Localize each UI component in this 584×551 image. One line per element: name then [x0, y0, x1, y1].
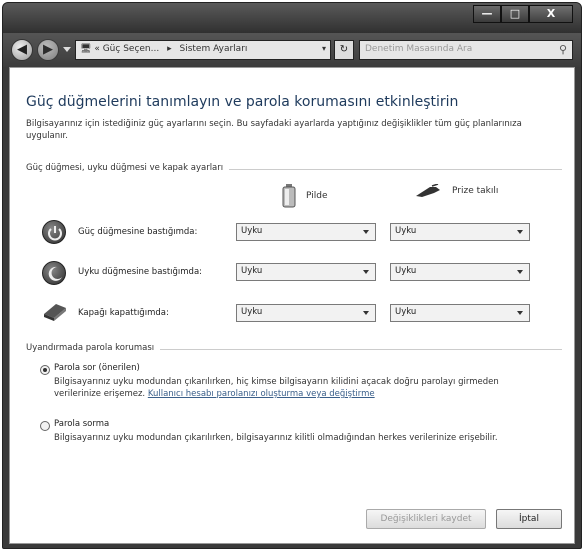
chevron-down-icon	[517, 270, 523, 274]
breadcrumb-power-options[interactable]: Güç Seçen...	[103, 44, 160, 54]
cancel-button[interactable]: İptal	[496, 509, 562, 529]
lid-close-battery-value: Uyku	[241, 307, 263, 317]
lid-close-plugged-select[interactable]: Uyku	[390, 304, 530, 322]
address-bar[interactable]: 🖥 « Güç Seçen... ▸ Sistem Ayarları ▾	[75, 40, 331, 60]
create-change-password-link[interactable]: Kullanıcı hesabı parolanızı oluşturma ve…	[148, 389, 375, 399]
page-title: Güç düğmelerini tanımlayın ve parola kor…	[26, 94, 459, 110]
battery-column-label: Pilde	[306, 191, 328, 201]
navigation-bar: ◀ ▶ 🖥 « Güç Seçen... ▸ Sistem Ayarları ▾…	[3, 33, 581, 67]
search-icon[interactable]: ⚲	[559, 43, 567, 56]
search-input[interactable]: Denetim Masasında Ara ⚲	[359, 40, 573, 60]
chevron-down-icon	[517, 311, 523, 315]
main-content: Güç düğmelerini tanımlayın ve parola kor…	[9, 67, 575, 544]
sleep-moon-icon	[42, 261, 66, 285]
title-bar[interactable]: — □ X	[3, 3, 581, 33]
no-password-description: Bilgisayarınız uyku modundan çıkarılırke…	[54, 433, 498, 443]
power-button-plugged-value: Uyku	[395, 226, 417, 236]
forward-button[interactable]: ▶	[37, 39, 59, 61]
close-button[interactable]: X	[529, 5, 573, 23]
minimize-button[interactable]: —	[473, 5, 501, 23]
back-button[interactable]: ◀	[11, 39, 33, 61]
window-controls: — □ X	[473, 5, 573, 23]
lid-close-label: Kapağı kapattığımda:	[78, 308, 169, 318]
require-password-radio[interactable]	[40, 365, 50, 375]
address-dropdown-icon[interactable]: ▾	[322, 44, 326, 53]
recent-pages-dropdown-icon[interactable]	[63, 47, 71, 52]
power-button-battery-value: Uyku	[241, 226, 263, 236]
sleep-button-plugged-select[interactable]: Uyku	[390, 263, 530, 281]
chevron-down-icon	[363, 230, 369, 234]
sleep-button-battery-value: Uyku	[241, 266, 263, 276]
battery-icon	[282, 184, 296, 208]
chevron-down-icon	[363, 311, 369, 315]
folder-icon: 🖥	[80, 44, 92, 54]
power-button-battery-select[interactable]: Uyku	[236, 223, 376, 241]
laptop-lid-icon	[42, 300, 66, 324]
require-password-description: Bilgisayarınız uyku modundan çıkarılırke…	[54, 376, 524, 400]
lid-close-plugged-value: Uyku	[395, 307, 417, 317]
password-section-label: Uyandırmada parola koruması	[26, 343, 161, 353]
battery-column-header: Pilde	[282, 184, 327, 208]
search-placeholder: Denetim Masasında Ara	[365, 44, 473, 54]
sleep-button-battery-select[interactable]: Uyku	[236, 263, 376, 281]
refresh-button[interactable]: ↻	[334, 40, 354, 60]
chevron-down-icon	[363, 270, 369, 274]
require-password-label[interactable]: Parola sor (önerilen)	[54, 363, 140, 373]
control-panel-window: — □ X ◀ ▶ 🖥 « Güç Seçen... ▸ Sistem Ayar…	[2, 2, 582, 549]
power-icon	[42, 220, 66, 244]
power-button-label: Güç düğmesine bastığımda:	[78, 227, 198, 237]
no-password-radio[interactable]	[40, 421, 50, 431]
address-chevron-icon[interactable]: «	[94, 44, 100, 54]
intro-text: Bilgisayarınız için istediğiniz güç ayar…	[26, 119, 522, 141]
power-section-label: Güç düğmesi, uyku düğmesi ve kapak ayarl…	[26, 163, 230, 173]
plugged-column-label: Prize takılı	[452, 186, 499, 196]
breadcrumb-separator-icon[interactable]: ▸	[167, 44, 172, 54]
plugged-column-header: Prize takılı	[414, 184, 498, 198]
no-password-label[interactable]: Parola sorma	[54, 419, 109, 429]
power-plug-icon	[416, 184, 440, 197]
power-button-plugged-select[interactable]: Uyku	[390, 223, 530, 241]
save-changes-button[interactable]: Değişiklikleri kaydet	[366, 509, 486, 529]
sleep-button-label: Uyku düğmesine bastığımda:	[78, 267, 203, 277]
maximize-button[interactable]: □	[501, 5, 529, 23]
lid-close-battery-select[interactable]: Uyku	[236, 304, 376, 322]
sleep-button-plugged-value: Uyku	[395, 266, 417, 276]
chevron-down-icon	[517, 230, 523, 234]
breadcrumb-system-settings[interactable]: Sistem Ayarları	[180, 44, 248, 54]
